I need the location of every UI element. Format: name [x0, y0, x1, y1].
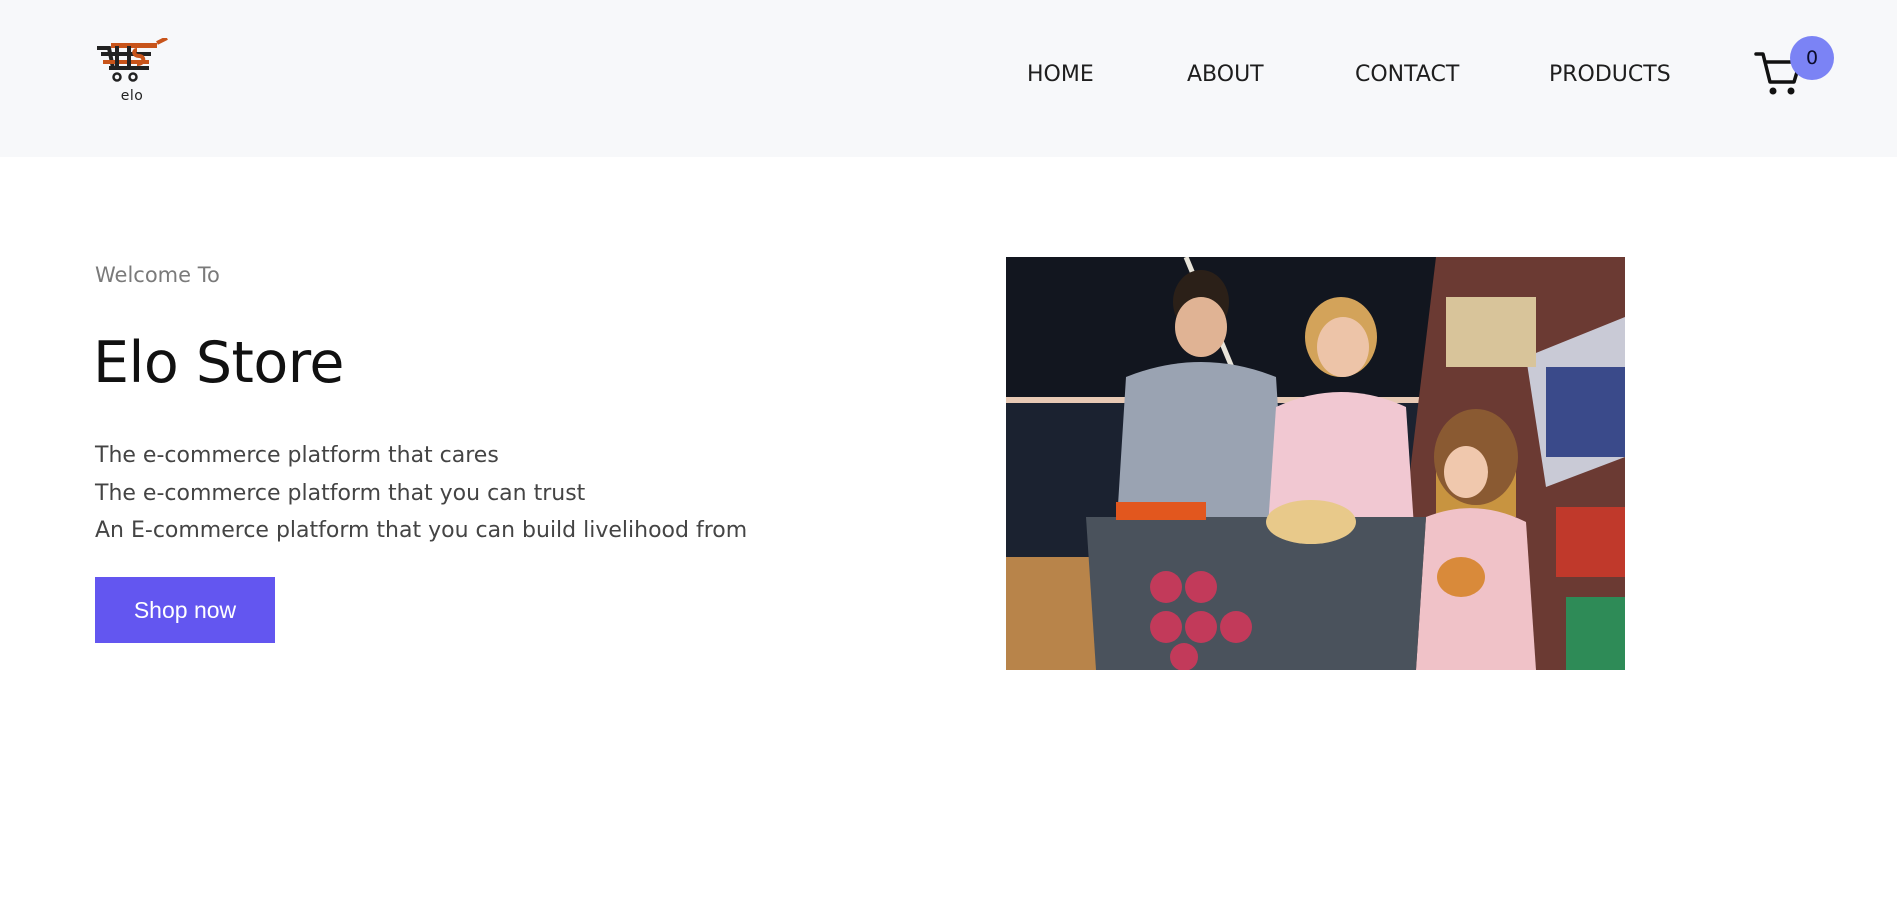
nav-about[interactable]: ABOUT: [1187, 62, 1264, 87]
logo[interactable]: elo: [95, 38, 169, 106]
logo-text: elo: [120, 88, 144, 104]
welcome-text: Welcome To: [95, 263, 220, 287]
nav-contact[interactable]: CONTACT: [1355, 62, 1459, 87]
family-shopping-photo: [1006, 257, 1625, 670]
shopping-cart-logo-icon: [97, 38, 168, 82]
site-header: elo HOME ABOUT CONTACT PRODUCTS 0: [0, 0, 1897, 157]
cart-count-badge: 0: [1790, 36, 1834, 80]
nav-products[interactable]: PRODUCTS: [1549, 62, 1671, 87]
shop-now-button[interactable]: Shop now: [95, 577, 275, 643]
nav-home[interactable]: HOME: [1027, 62, 1094, 87]
tagline-2: The e-commerce platform that you can tru…: [95, 481, 586, 506]
tagline-3: An E-commerce platform that you can buil…: [95, 518, 748, 543]
page-title: Elo Store: [93, 330, 345, 396]
tagline-1: The e-commerce platform that cares: [95, 443, 499, 468]
hero-image: [1006, 257, 1625, 670]
